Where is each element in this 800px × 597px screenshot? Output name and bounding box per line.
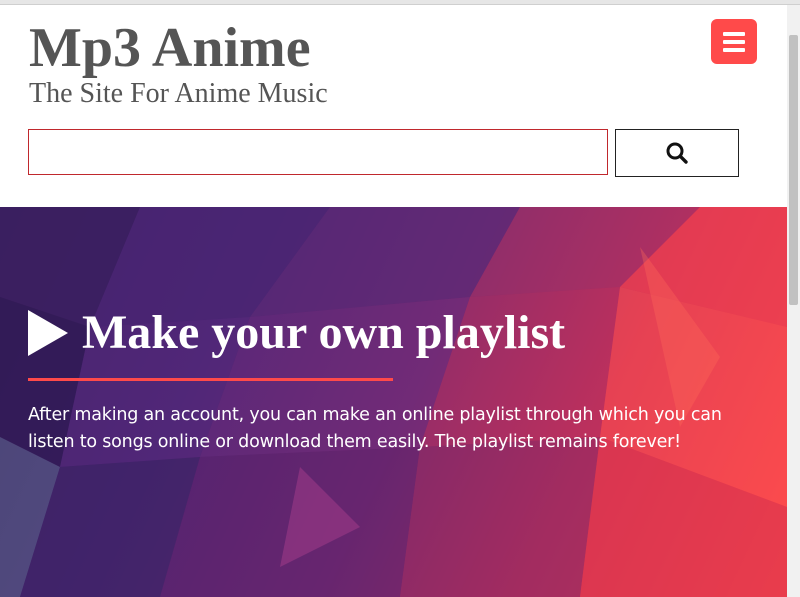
scrollbar-thumb[interactable] [789, 35, 798, 305]
hero-title: Make your own playlist [82, 306, 566, 359]
site-header: Mp3 Anime The Site For Anime Music [0, 5, 787, 207]
hero-description: After making an account, you can make an… [28, 405, 722, 452]
page-scrollbar[interactable] [787, 5, 800, 597]
hero-heading: Make your own playlist [28, 307, 565, 359]
search-input[interactable] [28, 129, 608, 175]
site-title[interactable]: Mp3 Anime [29, 18, 311, 78]
hero-banner: Make your own playlist After making an a… [0, 207, 787, 597]
search-button[interactable] [615, 129, 739, 177]
menu-button[interactable] [711, 19, 757, 64]
site-tagline: The Site For Anime Music [29, 78, 328, 109]
hero-divider [28, 378, 393, 381]
play-icon [28, 310, 68, 356]
search-icon [666, 142, 688, 164]
